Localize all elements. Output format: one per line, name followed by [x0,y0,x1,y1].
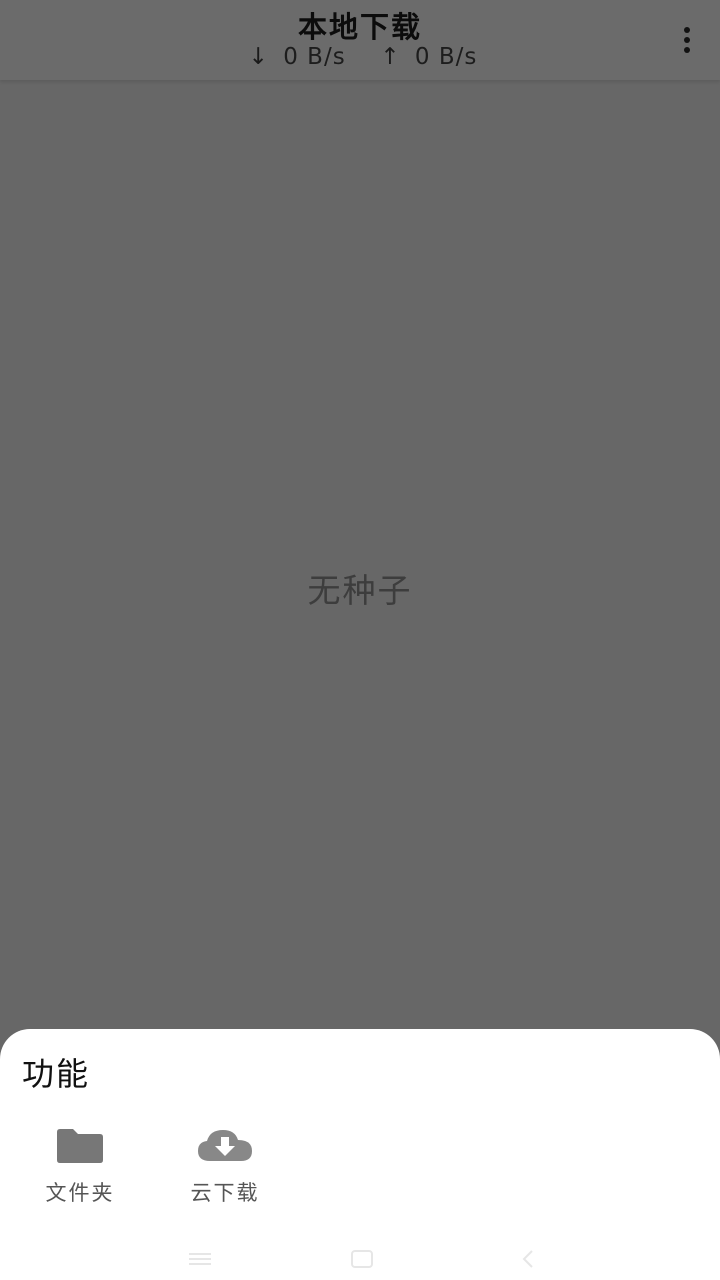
folder-button[interactable]: 文件夹 [15,1125,145,1207]
download-speed: 0 B/s [283,44,346,70]
folder-label: 文件夹 [45,1181,115,1205]
speed-status: ↓ 0 B/s ↑ 0 B/s [0,44,720,70]
cloud-download-button[interactable]: 云下载 [160,1125,290,1207]
upload-arrow-icon: ↑ [380,44,401,70]
system-nav-bar [0,1238,720,1280]
upload-speed: 0 B/s [414,44,478,70]
folder-icon [57,1129,103,1163]
home-icon[interactable] [342,1244,382,1274]
download-arrow-icon: ↓ [248,44,269,70]
cloud-download-label: 云下载 [190,1181,260,1205]
menu-icon[interactable] [180,1244,220,1274]
app-header: 本地下载 ↓ 0 B/s ↑ 0 B/s [0,0,720,80]
more-vert-icon[interactable] [672,20,702,60]
empty-state-text: 无种子 [307,571,413,610]
back-icon[interactable] [508,1244,548,1274]
cloud-download-icon [198,1130,252,1161]
sheet-title: 功能 [22,1055,91,1093]
page-title: 本地下载 [297,10,422,44]
